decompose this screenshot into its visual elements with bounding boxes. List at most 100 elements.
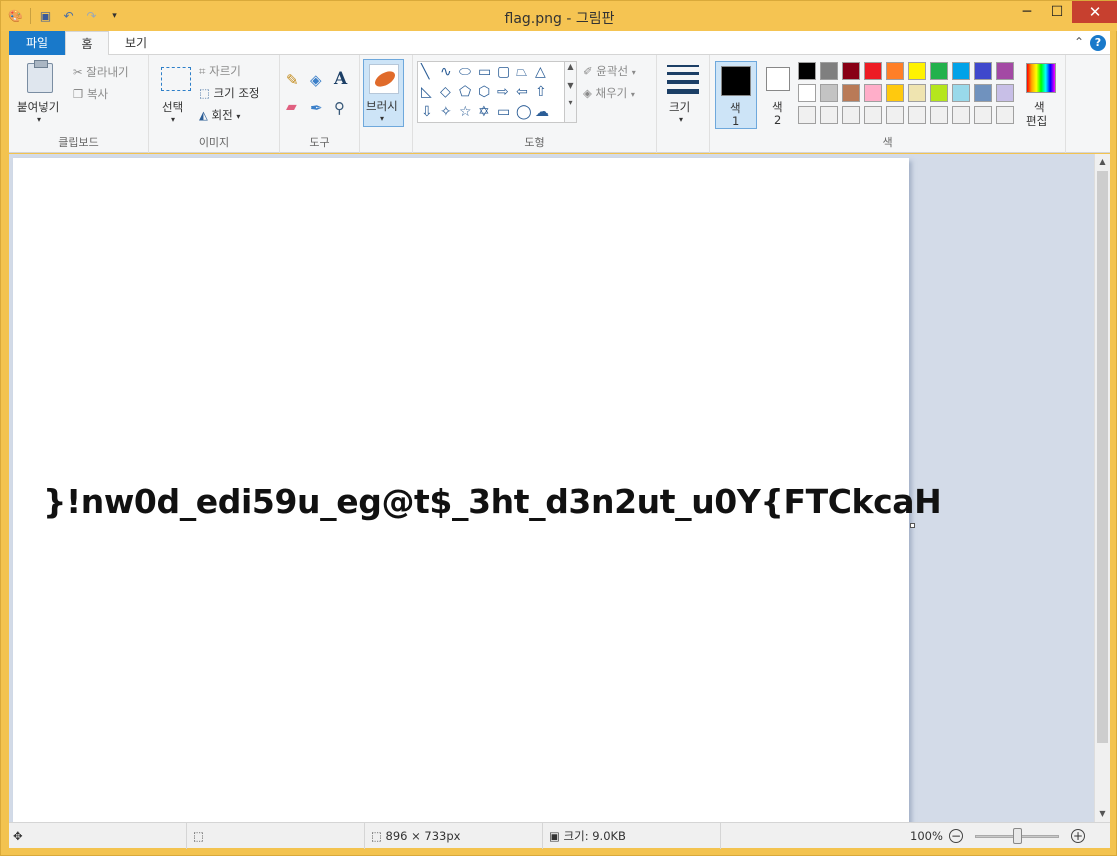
minimize-ribbon-icon[interactable]: ⌃ <box>1074 35 1084 49</box>
palette-swatch[interactable] <box>996 106 1014 124</box>
palette-swatch[interactable] <box>930 62 948 80</box>
maximize-button[interactable]: ☐ <box>1042 1 1072 23</box>
palette-swatch[interactable] <box>908 62 926 80</box>
pentagon-shape-icon[interactable]: ⬠ <box>459 84 471 100</box>
palette-swatch[interactable] <box>974 84 992 102</box>
palette-swatch[interactable] <box>864 62 882 80</box>
pencil-icon[interactable]: ✎ <box>286 71 299 89</box>
tab-home[interactable]: 홈 <box>65 31 109 56</box>
vertical-scrollbar[interactable]: ▲ ▼ <box>1094 154 1110 822</box>
color2-number: 2 <box>774 113 782 127</box>
fill-bucket-icon[interactable]: ◈ <box>310 71 322 89</box>
polygon-shape-icon[interactable]: ⏢ <box>516 64 527 80</box>
palette-swatch[interactable] <box>974 106 992 124</box>
oval-shape-icon[interactable]: ⬭ <box>459 64 471 80</box>
curve-shape-icon[interactable]: ∿ <box>440 64 452 80</box>
palette-swatch[interactable] <box>798 84 816 102</box>
scrollbar-thumb[interactable] <box>1097 171 1108 743</box>
shapes-gallery-scroll[interactable]: ▲ ▼ ▾ <box>565 61 577 123</box>
left-arrow-shape-icon[interactable]: ⇦ <box>516 84 528 100</box>
right-arrow-shape-icon[interactable]: ⇨ <box>497 84 509 100</box>
color1-button[interactable]: 색 1 <box>715 61 757 129</box>
tools-group-label: 도구 <box>309 136 330 149</box>
close-button[interactable]: ✕ <box>1072 1 1117 23</box>
palette-swatch[interactable] <box>820 84 838 102</box>
down-arrow-shape-icon[interactable]: ⇩ <box>421 104 433 120</box>
scroll-down-icon[interactable]: ▼ <box>1095 806 1110 822</box>
shapes-scroll-up-icon[interactable]: ▲ <box>565 62 576 71</box>
palette-swatch[interactable] <box>952 84 970 102</box>
selection-size-icon: ⬚ <box>193 829 204 843</box>
palette-swatch[interactable] <box>996 62 1014 80</box>
palette-swatch[interactable] <box>798 106 816 124</box>
brushes-button[interactable]: 브러시 ▾ <box>363 59 404 127</box>
select-dropdown-icon: ▾ <box>171 115 176 124</box>
palette-swatch[interactable] <box>930 84 948 102</box>
zoom-slider-thumb[interactable] <box>1013 828 1022 844</box>
palette-swatch[interactable] <box>908 106 926 124</box>
cloud-callout-shape-icon[interactable]: ☁ <box>535 104 549 120</box>
cut-label: 잘라내기 <box>86 65 129 79</box>
palette-swatch[interactable] <box>886 62 904 80</box>
crop-button[interactable]: ⌗ 자르기 <box>199 63 241 79</box>
up-arrow-shape-icon[interactable]: ⇧ <box>535 84 547 100</box>
diamond-shape-icon[interactable]: ◇ <box>440 84 451 100</box>
cut-button[interactable]: ✂ 잘라내기 <box>73 64 129 80</box>
drawing-canvas[interactable]: }!nw0d_edi59u_eg@t$_3ht_d3n2ut_u0Y{FTCkc… <box>13 158 942 822</box>
clipboard-group-label: 클립보드 <box>58 136 99 149</box>
palette-swatch[interactable] <box>798 62 816 80</box>
zoom-in-icon[interactable]: + <box>1071 829 1085 843</box>
resize-button[interactable]: ⬚ 크기 조정 <box>199 85 260 101</box>
four-point-star-shape-icon[interactable]: ✧ <box>440 104 452 120</box>
palette-swatch[interactable] <box>952 62 970 80</box>
size-dropdown-icon: ▾ <box>679 115 684 124</box>
color2-swatch <box>766 67 790 91</box>
palette-swatch[interactable] <box>842 62 860 80</box>
six-point-star-shape-icon[interactable]: ✡ <box>478 104 490 120</box>
fill-button[interactable]: ◈ 채우기 ▾ <box>583 85 635 101</box>
eraser-icon[interactable]: ▰ <box>286 99 297 115</box>
line-shape-icon[interactable]: ╲ <box>421 64 429 80</box>
palette-swatch[interactable] <box>842 84 860 102</box>
copy-icon: ❐ <box>73 87 84 101</box>
palette-swatch[interactable] <box>886 84 904 102</box>
copy-button[interactable]: ❐ 복사 <box>73 86 108 102</box>
tab-view[interactable]: 보기 <box>113 31 159 55</box>
zoom-out-icon[interactable]: − <box>949 829 963 843</box>
image-dimensions-icon: ⬚ <box>371 829 382 843</box>
window-title: flag.png - 그림판 <box>504 11 615 27</box>
rounded-callout-shape-icon[interactable]: ▭ <box>497 104 510 120</box>
rounded-rectangle-shape-icon[interactable]: ▢ <box>497 64 510 80</box>
scroll-up-icon[interactable]: ▲ <box>1095 154 1110 170</box>
help-icon[interactable]: ? <box>1090 35 1106 51</box>
palette-swatch[interactable] <box>820 62 838 80</box>
text-tool-icon[interactable]: A <box>334 69 347 89</box>
minimize-button[interactable]: ─ <box>1012 1 1042 23</box>
canvas-resize-handle[interactable] <box>910 523 915 528</box>
palette-swatch[interactable] <box>974 62 992 80</box>
right-triangle-shape-icon[interactable]: ◺ <box>421 84 432 100</box>
palette-swatch[interactable] <box>908 84 926 102</box>
five-point-star-shape-icon[interactable]: ☆ <box>459 104 472 120</box>
palette-swatch[interactable] <box>842 106 860 124</box>
palette-swatch[interactable] <box>820 106 838 124</box>
color-picker-icon[interactable]: ✒ <box>310 99 323 117</box>
outline-button[interactable]: ✐ 윤곽선 ▾ <box>583 63 636 79</box>
hexagon-shape-icon[interactable]: ⬡ <box>478 84 490 100</box>
crop-label: 자르기 <box>209 64 241 78</box>
palette-swatch[interactable] <box>952 106 970 124</box>
palette-swatch[interactable] <box>886 106 904 124</box>
tab-file[interactable]: 파일 <box>9 31 65 55</box>
rectangle-shape-icon[interactable]: ▭ <box>478 64 491 80</box>
palette-swatch[interactable] <box>864 84 882 102</box>
shapes-scroll-down-icon[interactable]: ▼ <box>565 81 576 90</box>
magnifier-icon[interactable]: ⚲ <box>334 99 345 117</box>
oval-callout-shape-icon[interactable]: ◯ <box>516 104 532 120</box>
palette-swatch[interactable] <box>864 106 882 124</box>
palette-swatch[interactable] <box>996 84 1014 102</box>
triangle-shape-icon[interactable]: △ <box>535 64 546 80</box>
palette-swatch[interactable] <box>930 106 948 124</box>
rotate-button[interactable]: ◭ 회전 ▾ <box>199 107 240 123</box>
shapes-expand-icon[interactable]: ▾ <box>565 98 576 107</box>
group-colors: 색 1 색 2 색 편집 색 <box>710 55 1066 153</box>
